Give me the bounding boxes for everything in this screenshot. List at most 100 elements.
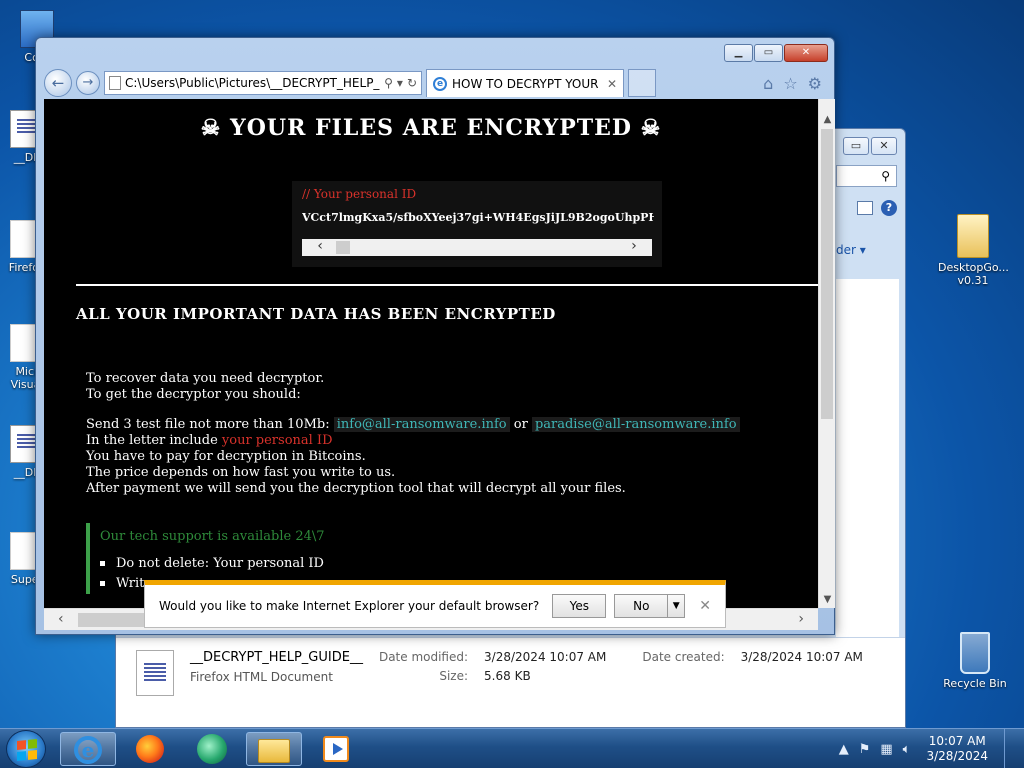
page-viewport: ☠ YOUR FILES ARE ENCRYPTED ☠ // Your per… (44, 99, 818, 608)
firefox-icon (136, 735, 164, 763)
default-browser-notification: Would you like to make Internet Explorer… (144, 580, 726, 628)
app-icon (197, 734, 227, 764)
maximize-button[interactable]: ▭ (843, 137, 869, 155)
instruction-line: To get the decryptor you should: (86, 387, 301, 402)
browser-nav-bar: ← → C:\Users\Public\Pictures\__DECRYPT_H… (44, 68, 826, 98)
network-icon[interactable]: ▦ (880, 742, 892, 757)
folder-icon (258, 739, 290, 763)
close-tab-icon[interactable]: ✕ (607, 77, 617, 91)
forward-button[interactable]: → (76, 71, 100, 95)
vertical-scrollbar[interactable]: ▲ ▼ (818, 99, 835, 608)
date-modified-value: 3/28/2024 10:07 AM (484, 650, 607, 664)
include-line: In the letter include your personal ID (86, 433, 806, 449)
close-notification-icon[interactable]: ✕ (699, 598, 711, 614)
media-player-icon (323, 736, 349, 762)
windows-logo-icon (17, 738, 37, 762)
instruction-line: To recover data you need decryptor. (86, 371, 325, 386)
scroll-down-icon[interactable]: ▼ (819, 591, 836, 608)
address-bar[interactable]: C:\Users\Public\Pictures\__DECRYPT_HELP_… (104, 71, 422, 95)
search-input[interactable]: ⚲ (836, 165, 897, 187)
notification-message: Would you like to make Internet Explorer… (159, 599, 540, 613)
browser-window: ▁ ▭ ✕ ← → C:\Users\Public\Pictures\__DEC… (35, 37, 835, 635)
minimize-button[interactable]: ▁ (724, 44, 753, 62)
file-name: __DECRYPT_HELP_GUIDE__ (190, 650, 363, 665)
no-options-dropdown[interactable]: ▼ (667, 594, 686, 618)
include-text: In the letter include (86, 433, 218, 448)
explorer-file-list (836, 279, 899, 667)
refresh-icon[interactable]: ↻ (407, 76, 417, 90)
divider (76, 284, 818, 286)
scroll-left-icon[interactable]: ‹ (58, 611, 64, 627)
scroll-up-icon[interactable]: ▲ (819, 111, 836, 128)
desktop-icon-label: Recycle Bin (943, 677, 1007, 690)
taskbar-app[interactable] (184, 732, 240, 766)
gear-icon[interactable]: ⚙ (808, 74, 822, 93)
ie-icon: e (74, 736, 102, 764)
email-link-paradise[interactable]: paradise@all-ransomware.info (531, 417, 740, 432)
desktop-icon-desktopgo-folder[interactable]: DesktopGo... v0.31 (938, 214, 1009, 287)
taskbar-firefox[interactable] (122, 732, 178, 766)
dropdown-arrow-icon[interactable]: ▾ (397, 76, 403, 90)
size-label: Size: (439, 669, 469, 683)
folder-icon (957, 214, 989, 258)
system-tray: ▲ ⚑ ▦ 🔈︎ 10:07 AM 3/28/2024 (839, 729, 1024, 768)
date-modified-label: Date modified: (378, 650, 469, 664)
favorites-star-icon[interactable]: ☆ (783, 74, 797, 93)
start-button[interactable] (6, 730, 46, 768)
personal-id-highlight: your personal ID (221, 433, 333, 448)
instruction-line: You have to pay for decryption in Bitcoi… (86, 449, 366, 464)
tab-decrypt-guide[interactable]: e HOW TO DECRYPT YOUR F... ✕ (426, 69, 624, 97)
scroll-left-icon[interactable]: ‹ (316, 238, 324, 254)
scroll-right-icon[interactable]: › (630, 238, 638, 254)
show-hidden-icons-icon[interactable]: ▲ (839, 742, 849, 757)
date-created-value: 3/28/2024 10:07 AM (740, 650, 863, 664)
send-line: Send 3 test file not more than 10Mb: inf… (86, 417, 806, 433)
scroll-thumb[interactable] (336, 241, 350, 254)
new-tab-button[interactable] (628, 69, 656, 97)
date-created-label: Date created: (642, 650, 725, 664)
address-text: C:\Users\Public\Pictures\__DECRYPT_HELP_ (125, 76, 380, 90)
show-desktop-button[interactable] (1004, 729, 1016, 768)
browser-window-controls: ▁ ▭ ✕ (724, 44, 828, 62)
organize-dropdown[interactable]: der ▾ (836, 243, 866, 257)
explorer-window-controls: ▭ ✕ (843, 137, 897, 155)
maximize-button[interactable]: ▭ (754, 44, 783, 62)
section-heading: ALL YOUR IMPORTANT DATA HAS BEEN ENCRYPT… (76, 305, 556, 323)
desktop-icon-recycle-bin[interactable]: Recycle Bin (940, 632, 1010, 690)
no-button[interactable]: No (614, 594, 669, 618)
email-link-info[interactable]: info@all-ransomware.info (333, 417, 510, 432)
forward-arrow-icon: → (82, 75, 94, 90)
preview-pane-icon[interactable] (857, 201, 873, 215)
taskbar-media-player[interactable] (308, 732, 364, 766)
html-document-icon (136, 650, 174, 696)
size-value: 5.68 KB (484, 669, 531, 683)
back-button[interactable]: ← (44, 69, 72, 97)
clock[interactable]: 10:07 AM 3/28/2024 (926, 734, 988, 764)
taskbar-explorer[interactable] (246, 732, 302, 766)
tab-title: HOW TO DECRYPT YOUR F... (452, 76, 602, 91)
close-button[interactable]: ✕ (871, 137, 897, 155)
search-icon: ⚲ (881, 169, 890, 183)
instruction-line: After payment we will send you the decry… (86, 481, 626, 496)
personal-id-scrollbar[interactable]: ‹ › (302, 238, 652, 256)
search-icon[interactable]: ⚲ (384, 76, 393, 90)
back-arrow-icon: ← (51, 74, 65, 92)
action-center-flag-icon[interactable]: ⚑ (859, 742, 871, 757)
clock-time: 10:07 AM (928, 734, 986, 748)
details-pane: __DECRYPT_HELP_GUIDE__ Firefox HTML Docu… (116, 637, 905, 727)
instruction-line: The price depends on how fast you write … (86, 465, 396, 480)
page-icon (109, 76, 121, 90)
scroll-right-icon[interactable]: › (798, 611, 804, 627)
instructions-text: To recover data you need decryptor. To g… (86, 371, 806, 497)
or-text: or (513, 417, 528, 432)
list-item: Do not delete: Your personal ID (100, 554, 776, 574)
yes-button[interactable]: Yes (552, 594, 607, 618)
help-icon[interactable]: ? (881, 200, 897, 216)
home-icon[interactable]: ⌂ (763, 74, 773, 93)
recycle-bin-icon (960, 632, 990, 674)
send-text: Send 3 test file not more than 10Mb: (86, 417, 330, 432)
volume-muted-icon[interactable]: 🔈︎ (903, 742, 911, 757)
scroll-thumb[interactable] (821, 129, 833, 419)
taskbar-internet-explorer[interactable]: e (60, 732, 116, 766)
close-button[interactable]: ✕ (784, 44, 828, 62)
